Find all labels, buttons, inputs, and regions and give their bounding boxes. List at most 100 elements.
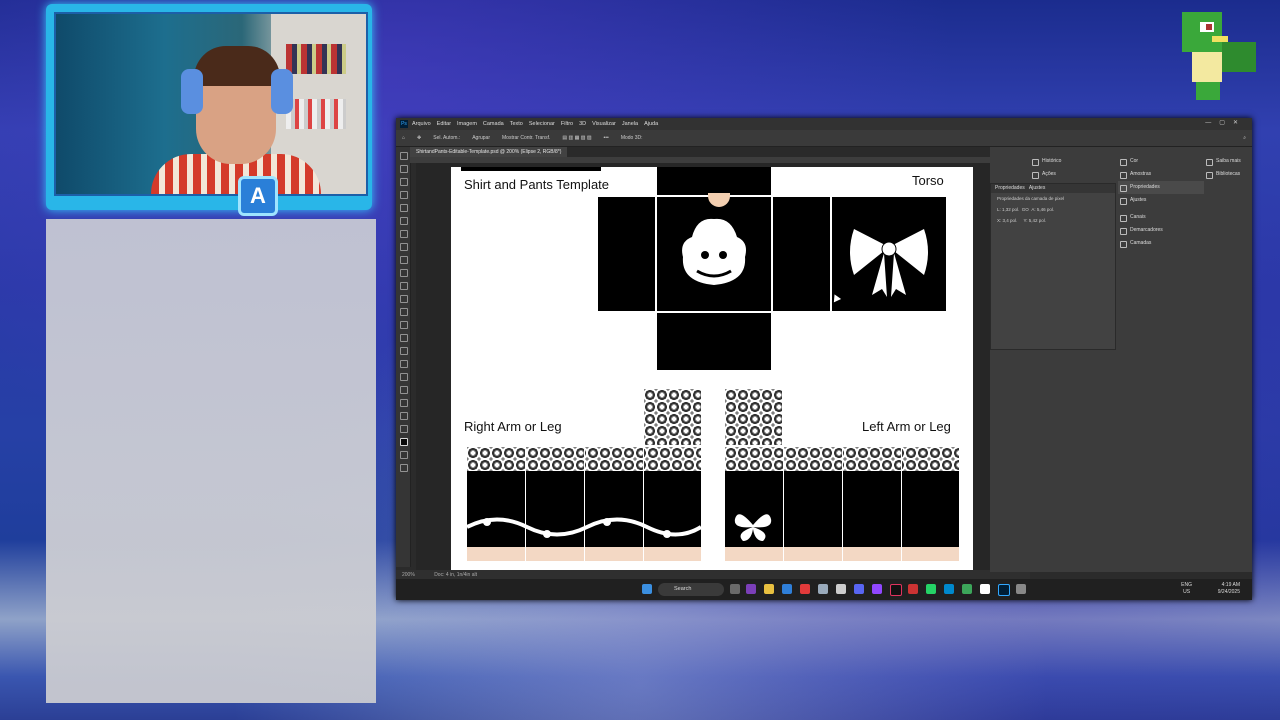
menu-edit[interactable]: Editar [437, 121, 451, 127]
lasso-tool-icon[interactable] [400, 178, 408, 186]
options-bar: ⌂ ✥ Sel. Autom.: Agrupar Mostrar Contr. … [396, 130, 1252, 147]
torso-label: Torso [912, 173, 944, 188]
panel-swatches[interactable]: Amostras [1118, 168, 1204, 181]
magic-wand-icon[interactable] [400, 191, 408, 199]
dodge-tool-icon[interactable] [400, 334, 408, 342]
canvas-area[interactable]: Shirt and Pants Template Torso Right Arm… [416, 163, 1020, 571]
tab-adjustments[interactable]: Ajustes [1029, 185, 1045, 191]
shape-tool-icon[interactable] [400, 386, 408, 394]
menu-filter[interactable]: Filtro [561, 121, 573, 127]
brave-browser-icon[interactable] [800, 584, 810, 594]
menu-image[interactable]: Imagem [457, 121, 477, 127]
system-tray[interactable]: ENG US [1181, 582, 1192, 596]
menu-view[interactable]: Visualizar [592, 121, 616, 127]
whatsapp-icon[interactable] [926, 584, 936, 594]
blur-tool-icon[interactable] [400, 321, 408, 329]
panel-properties[interactable]: Propriedades [1118, 181, 1204, 194]
menu-3d[interactable]: 3D [579, 121, 586, 127]
screen-mode-icon[interactable] [400, 464, 408, 472]
photoshop-taskbar-icon[interactable] [998, 584, 1010, 596]
menu-select[interactable]: Selecionar [529, 121, 555, 127]
document-canvas[interactable]: Shirt and Pants Template Torso Right Arm… [451, 167, 973, 571]
type-tool-icon[interactable] [400, 360, 408, 368]
move-tool-icon[interactable]: ✥ [417, 135, 421, 141]
panel-paths[interactable]: Demarcadores [1118, 224, 1204, 237]
tab-properties[interactable]: Propriedades [995, 185, 1025, 191]
widgets-icon[interactable] [730, 584, 740, 594]
app-icon-3[interactable] [908, 584, 918, 594]
hand-tool-icon[interactable] [400, 399, 408, 407]
tiktok-icon[interactable] [890, 584, 902, 596]
taskbar-search[interactable]: Search [658, 583, 724, 596]
zoom-level[interactable]: 200% [402, 572, 415, 578]
auto-select-checkbox[interactable]: Sel. Autom.: [433, 135, 460, 141]
menu-type[interactable]: Texto [510, 121, 523, 127]
document-tab-bar: ShirtandPants-Editable-Template.psd @ 20… [410, 147, 1030, 157]
search-icon[interactable]: ⌕ [1243, 135, 1246, 141]
panel-learn[interactable]: Saiba mais [1204, 155, 1252, 168]
lang-indicator[interactable]: ENG [1181, 582, 1192, 588]
quick-mask-icon[interactable] [400, 451, 408, 459]
panel-color[interactable]: Cor [1118, 155, 1204, 168]
home-icon[interactable]: ⌂ [402, 135, 405, 141]
stamp-tool-icon[interactable] [400, 269, 408, 277]
menu-help[interactable]: Ajuda [644, 121, 658, 127]
file-explorer-icon[interactable] [764, 584, 774, 594]
brush-tool-icon[interactable] [400, 256, 408, 264]
panel-adjustments[interactable]: Ajustes [1118, 194, 1204, 207]
properties-title: Propriedades da camada de pixel [997, 196, 1065, 201]
webcam-feed [54, 12, 368, 196]
eyedropper-icon[interactable] [400, 230, 408, 238]
window-controls[interactable]: —▢✕ [1205, 119, 1246, 126]
y-field[interactable]: 5,42 pol. [1029, 218, 1046, 223]
region-indicator[interactable]: US [1183, 589, 1190, 595]
align-buttons[interactable]: ▤ ▥ ▦ ▧ ▨ [562, 135, 591, 141]
windows-start-icon[interactable] [642, 584, 652, 594]
more-tools-icon[interactable] [400, 425, 408, 433]
marquee-tool-icon[interactable] [400, 165, 408, 173]
eraser-tool-icon[interactable] [400, 295, 408, 303]
doc-size: Doc: 4 in, 1n/4in alt [434, 572, 477, 578]
frame-tool-icon[interactable] [400, 217, 408, 225]
panel-actions[interactable]: Ações [1030, 168, 1110, 181]
guide-line [584, 447, 585, 561]
clock[interactable]: 4:19 AM 9/24/2025 [1218, 582, 1240, 596]
telegram-icon[interactable] [944, 584, 954, 594]
app-icon-6[interactable] [1016, 584, 1026, 594]
zoom-tool-icon[interactable] [400, 412, 408, 420]
foreground-color-swatch[interactable] [400, 438, 408, 446]
x-field[interactable]: 3,4 pol. [1003, 218, 1018, 223]
left-arm-top-lace [725, 389, 782, 445]
gradient-tool-icon[interactable] [400, 308, 408, 316]
healing-brush-icon[interactable] [400, 243, 408, 251]
move-tool-icon[interactable] [400, 152, 408, 160]
history-brush-icon[interactable] [400, 282, 408, 290]
panel-layers[interactable]: Camadas [1118, 237, 1204, 250]
link-icon[interactable]: GO [1022, 207, 1029, 212]
discord-icon[interactable] [854, 584, 864, 594]
menu-layer[interactable]: Camada [483, 121, 504, 127]
more-options-icon[interactable]: ••• [604, 135, 609, 141]
menu-window[interactable]: Janela [622, 121, 638, 127]
panel-channels[interactable]: Canais [1118, 211, 1204, 224]
crop-tool-icon[interactable] [400, 204, 408, 212]
panel-libraries[interactable]: Bibliotecas [1204, 168, 1252, 181]
transform-controls-checkbox[interactable]: Mostrar Contr. Transf. [502, 135, 550, 141]
store-icon[interactable] [782, 584, 792, 594]
app-icon[interactable] [746, 584, 756, 594]
panel-history[interactable]: Histórico [1030, 155, 1110, 168]
app-icon-2[interactable] [836, 584, 846, 594]
width-field[interactable]: 1,32 pol. [1002, 207, 1019, 212]
twitch-icon[interactable] [872, 584, 882, 594]
group-select[interactable]: Agrupar [472, 135, 490, 141]
pen-tool-icon[interactable] [400, 347, 408, 355]
path-select-icon[interactable] [400, 373, 408, 381]
chrome-icon[interactable] [818, 584, 828, 594]
app-icon-4[interactable] [962, 584, 972, 594]
roblox-logo-fragment [461, 167, 601, 171]
menu-file[interactable]: Arquivo [412, 121, 431, 127]
document-tab[interactable]: ShirtandPants-Editable-Template.psd @ 20… [410, 147, 568, 157]
photoshop-window: Ps Arquivo Editar Imagem Camada Texto Se… [396, 118, 1252, 600]
height-field[interactable]: 5,46 pol. [1037, 207, 1054, 212]
app-icon-5[interactable] [980, 584, 990, 594]
